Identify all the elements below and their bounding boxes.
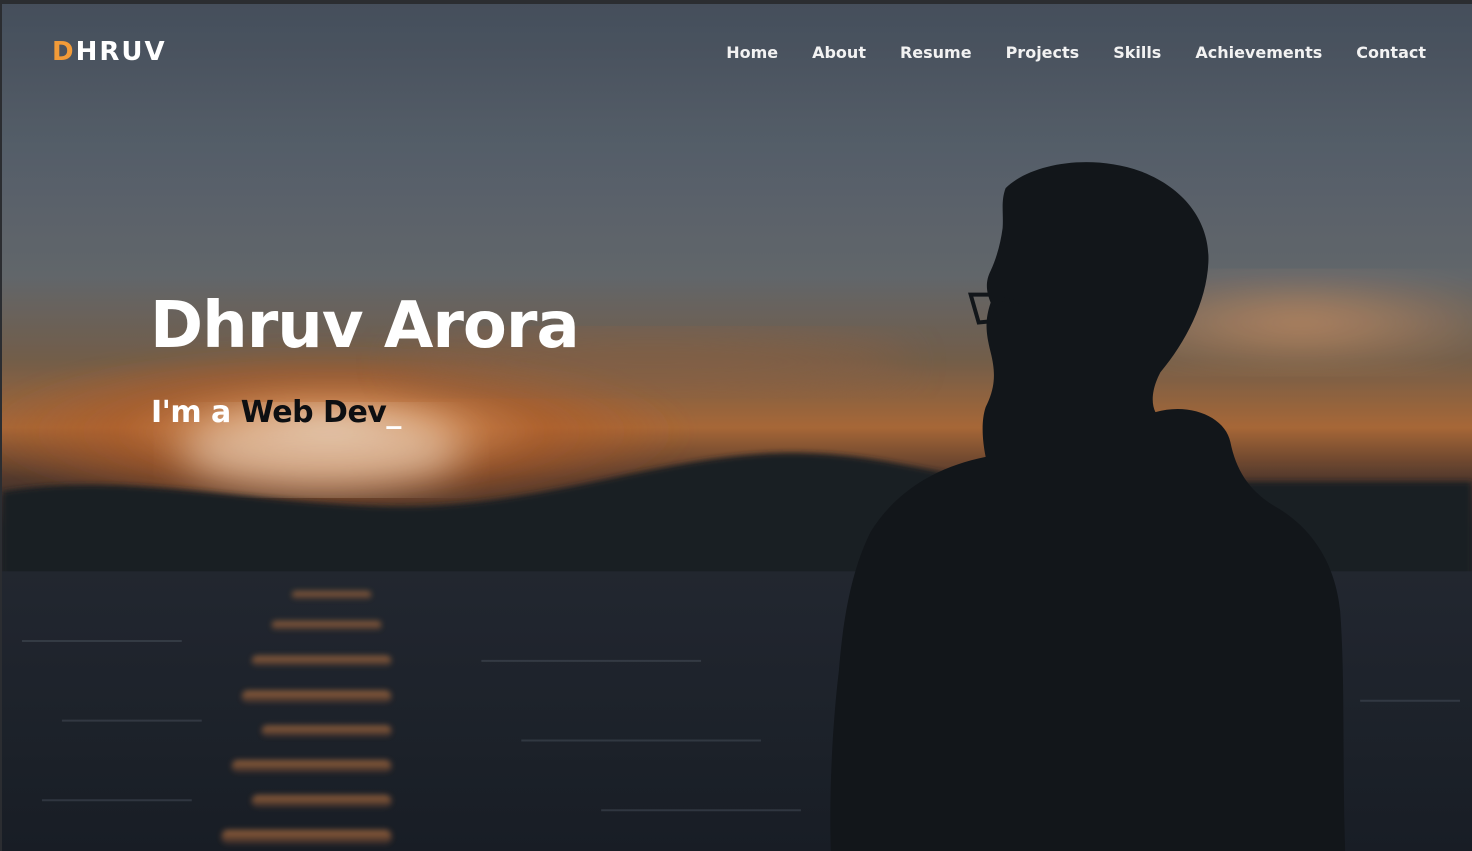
nav-item-resume[interactable]: Resume <box>900 42 972 64</box>
hero-subtitle-role: Web Dev <box>240 395 387 430</box>
nav-item-home[interactable]: Home <box>726 42 778 64</box>
nav-item-projects[interactable]: Projects <box>1006 42 1080 64</box>
brand-logo-text: HRUV <box>75 37 167 67</box>
nav-item-about[interactable]: About <box>812 42 866 64</box>
nav-item-achievements[interactable]: Achievements <box>1195 42 1322 64</box>
nav-item-skills[interactable]: Skills <box>1113 42 1161 64</box>
page-frame: DHRUV Home About Resume Projects Skills … <box>0 0 1472 851</box>
brand-logo-accent-letter: D <box>52 37 76 67</box>
nav-menu: Home About Resume Projects Skills Achiev… <box>692 42 1426 64</box>
typing-cursor: _ <box>386 395 401 430</box>
hero-title: Dhruv Arora <box>150 289 580 363</box>
top-navbar: DHRUV Home About Resume Projects Skills … <box>2 4 1472 100</box>
hero-subtitle: I'm a Web Dev_ <box>151 392 401 434</box>
hero-subtitle-prefix: I'm a <box>151 395 241 430</box>
nav-item-contact[interactable]: Contact <box>1356 42 1426 64</box>
brand-logo[interactable]: DHRUV <box>52 37 167 67</box>
